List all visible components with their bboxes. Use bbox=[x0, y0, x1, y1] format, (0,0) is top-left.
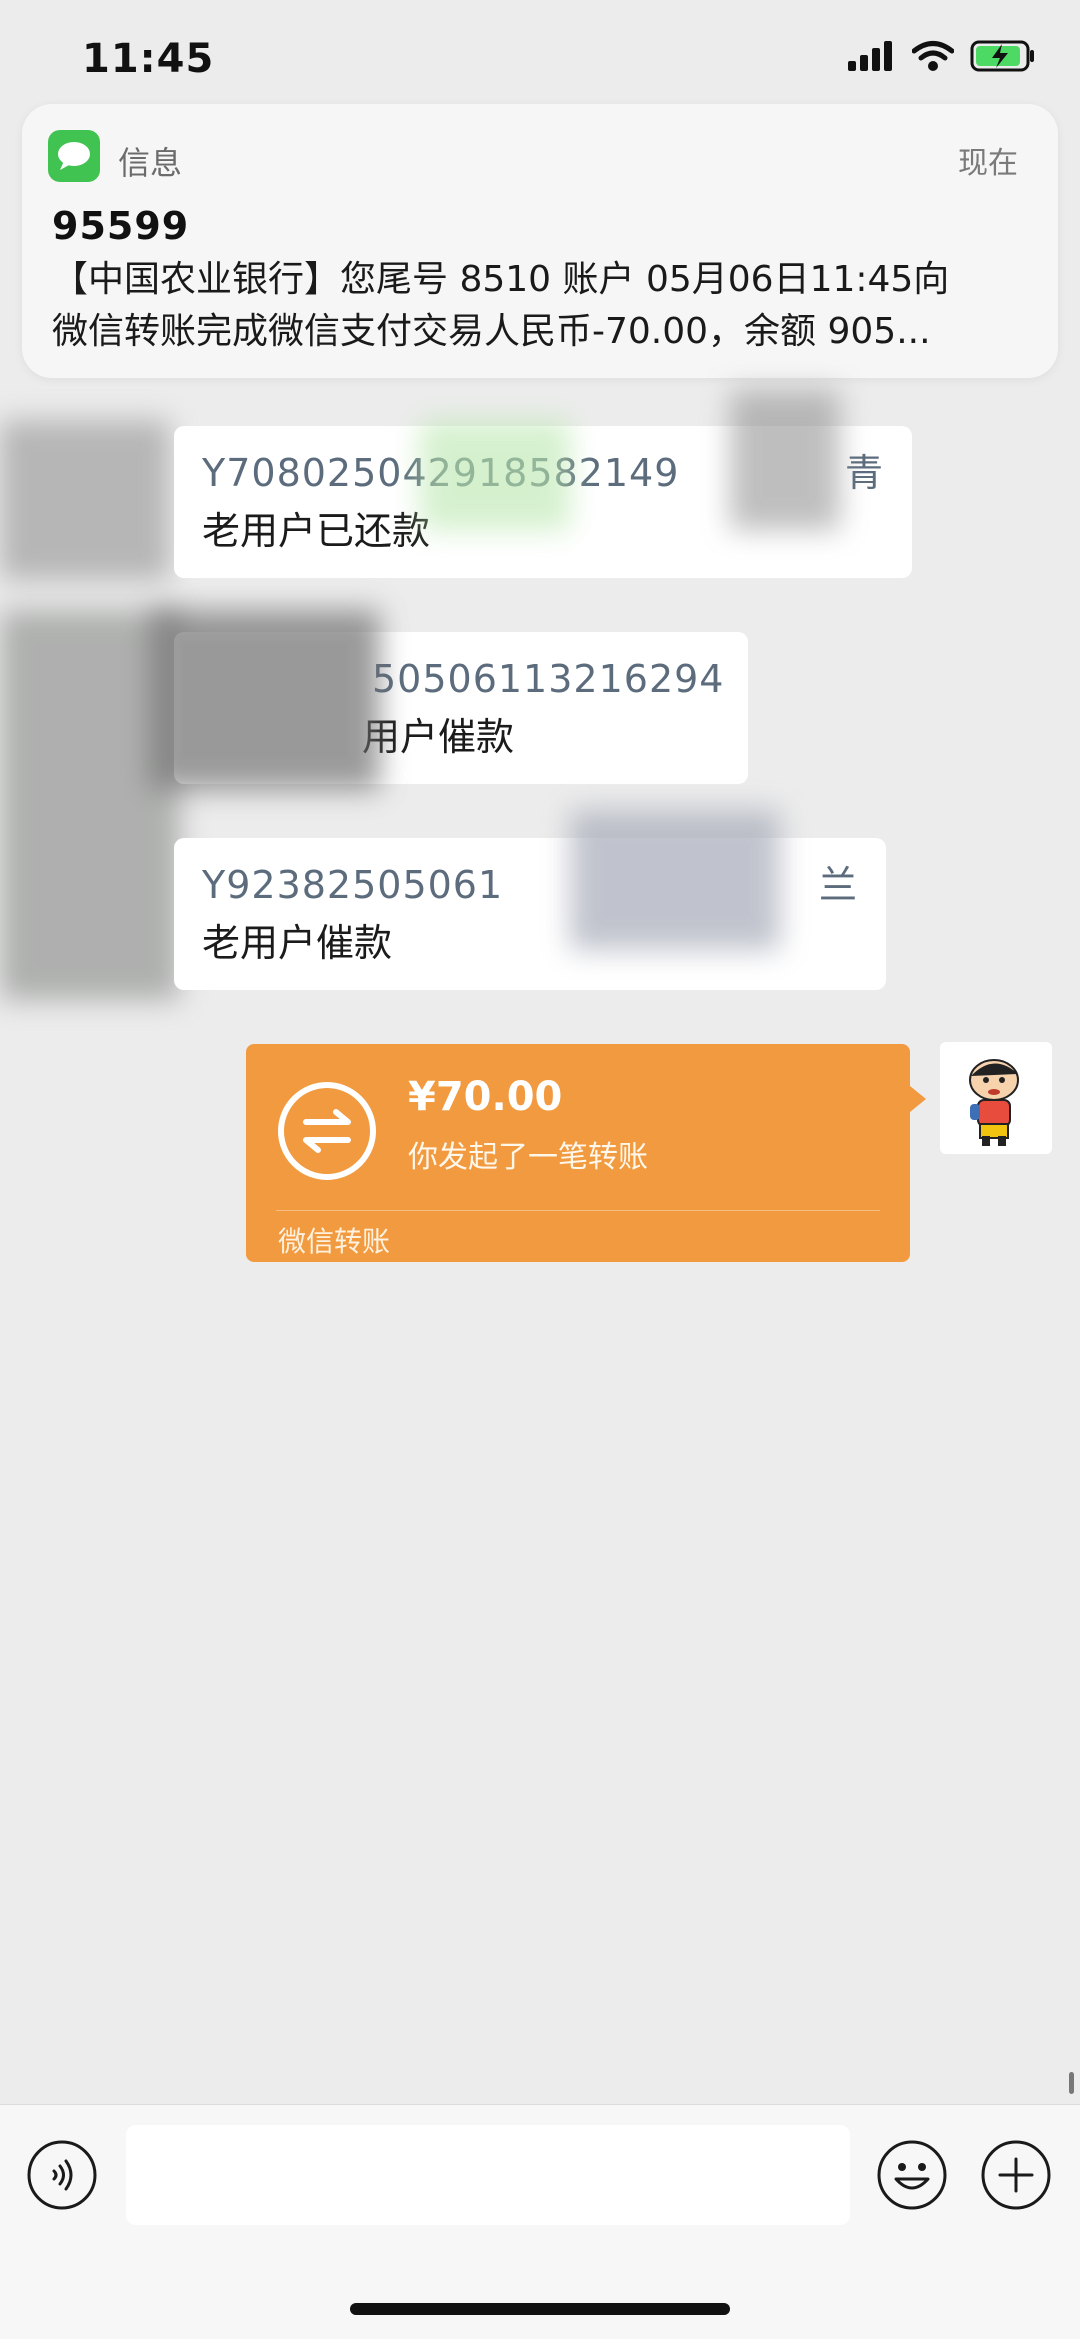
notification-time: 现在 bbox=[958, 146, 1018, 181]
system-icons bbox=[848, 40, 1036, 72]
notification-app-name: 信息 bbox=[118, 144, 183, 182]
wechat-transfer-card[interactable]: ¥70.00 你发起了一笔转账 微信转账 bbox=[246, 1044, 926, 1262]
notification-body-line: 微信转账完成微信支付交易人民币-70.00，余额 905... bbox=[52, 311, 931, 352]
cellular-signal-icon bbox=[848, 41, 892, 71]
voice-icon[interactable] bbox=[26, 2139, 98, 2211]
notification-sender: 95599 bbox=[52, 204, 190, 248]
transfer-divider bbox=[276, 1210, 880, 1211]
message-code-tail: 青 bbox=[844, 451, 884, 495]
message-code: 50506113216294 bbox=[372, 657, 725, 701]
battery-icon bbox=[970, 40, 1034, 72]
messages-app-icon bbox=[48, 130, 100, 182]
redaction-scribble bbox=[420, 420, 570, 530]
cartoon-boy-avatar-icon bbox=[940, 1042, 1052, 1154]
plus-icon[interactable] bbox=[980, 2139, 1052, 2211]
scrollbar-thumb[interactable] bbox=[1069, 2072, 1074, 2094]
redaction-scribble bbox=[150, 610, 380, 790]
message-code-tail: 兰 bbox=[818, 863, 858, 907]
wifi-icon bbox=[912, 41, 954, 71]
transfer-description: 你发起了一笔转账 bbox=[408, 1140, 648, 1175]
home-indicator[interactable] bbox=[350, 2303, 730, 2315]
sms-notification-banner[interactable]: 信息 现在 95599 【中国农业银行】您尾号 8510 账户 05月06日11… bbox=[22, 104, 1058, 378]
transfer-icon bbox=[278, 1082, 376, 1180]
chat-input-bar bbox=[0, 2104, 1080, 2339]
avatar[interactable] bbox=[940, 1042, 1052, 1154]
redaction-scribble bbox=[730, 390, 840, 530]
message-text: 用户催款 bbox=[362, 715, 515, 759]
status-time: 11:45 bbox=[82, 36, 215, 82]
status-bar: 11:45 bbox=[0, 0, 1080, 110]
notification-body: 【中国农业银行】您尾号 8510 账户 05月06日11:45向 微信转账完成微… bbox=[52, 254, 1042, 358]
transfer-amount: ¥70.00 bbox=[408, 1074, 563, 1120]
notification-body-line: 【中国农业银行】您尾号 8510 账户 05月06日11:45向 bbox=[52, 259, 950, 300]
blurred-avatar bbox=[0, 420, 170, 580]
transfer-brand-label: 微信转账 bbox=[278, 1225, 391, 1258]
emoji-icon[interactable] bbox=[876, 2139, 948, 2211]
redaction-scribble bbox=[570, 810, 780, 950]
message-code: Y92382505061 bbox=[202, 863, 504, 907]
message-input[interactable] bbox=[126, 2125, 850, 2225]
